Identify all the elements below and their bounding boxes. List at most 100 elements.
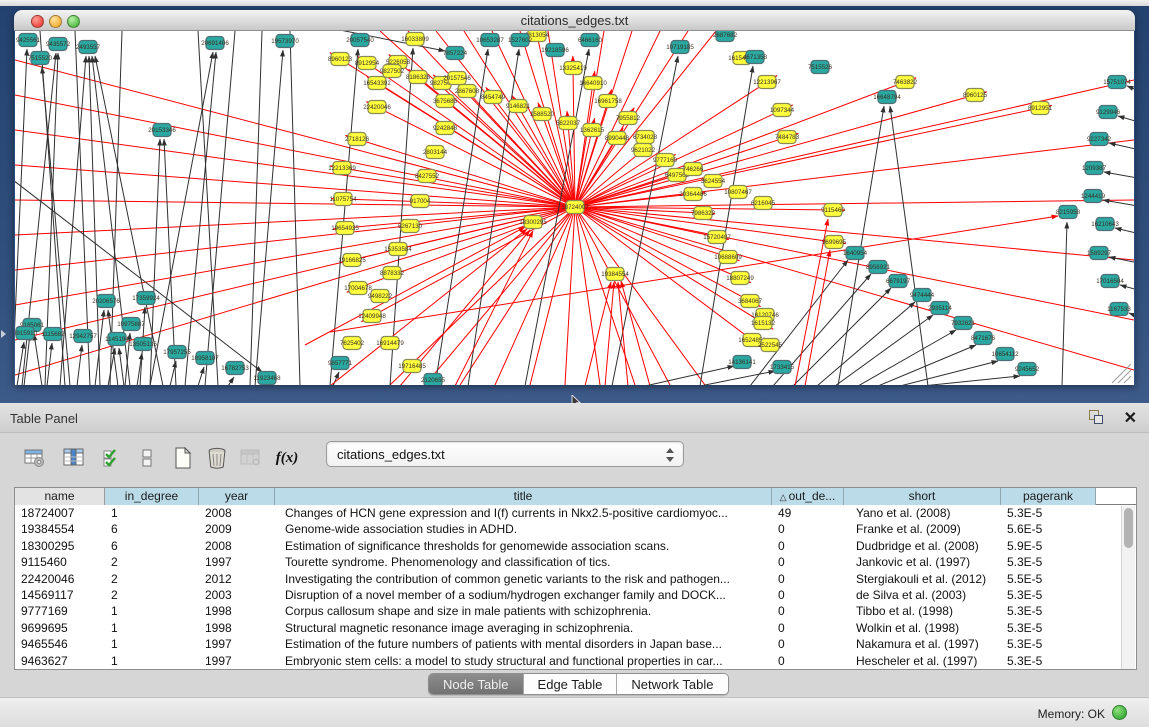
network-node[interactable]: 1167533 — [1107, 303, 1131, 316]
select-all-button[interactable] — [97, 443, 127, 473]
network-node[interactable]: 15353584 — [384, 243, 412, 256]
network-node[interactable]: 9115460 — [821, 204, 845, 217]
network-node[interactable]: 16961758 — [594, 95, 622, 108]
scrollbar-thumb[interactable] — [1124, 508, 1133, 548]
network-node[interactable]: 8990448 — [605, 132, 630, 145]
table-row[interactable]: 911546021997Tourette syndrome. Phenomeno… — [15, 554, 1136, 570]
vertical-scrollbar[interactable] — [1121, 506, 1135, 669]
network-node[interactable]: 9227342 — [1087, 133, 1112, 146]
network-node[interactable]: 20691406 — [201, 37, 229, 50]
column-header-short[interactable]: short — [844, 488, 1001, 505]
network-node[interactable]: 8471676 — [971, 332, 996, 345]
network-node[interactable]: 13325419 — [559, 62, 587, 75]
network-node[interactable]: 9777169 — [653, 154, 678, 167]
network-node[interactable]: 19384554 — [601, 268, 629, 281]
network-node[interactable]: 2867608 — [455, 85, 480, 98]
network-node[interactable]: 2493557 — [76, 41, 101, 54]
close-panel-icon[interactable]: ✕ — [1124, 408, 1137, 428]
citation-network-graph[interactable]: 1872400718300295193845549115460969969589… — [15, 31, 1134, 385]
network-node[interactable]: 17359924 — [132, 292, 160, 305]
network-node[interactable]: 10958107 — [191, 352, 219, 365]
tab-network-table[interactable]: Network Table — [617, 674, 727, 695]
network-node[interactable]: 16914479 — [376, 337, 404, 350]
network-node[interactable]: 1145194 — [105, 333, 129, 346]
deselect-all-button[interactable] — [132, 443, 162, 473]
column-header-year[interactable]: year — [199, 488, 275, 505]
network-node[interactable]: 1527602 — [508, 34, 533, 47]
network-node[interactable]: 7955812 — [616, 112, 641, 125]
network-node[interactable]: 6466160 — [578, 34, 603, 47]
network-node[interactable]: 12942757 — [69, 330, 97, 343]
network-node[interactable]: 2687682 — [713, 31, 738, 42]
network-node[interactable]: 10688609 — [714, 251, 742, 264]
network-node[interactable]: 10653287 — [476, 34, 504, 47]
network-node[interactable]: 9474444 — [910, 289, 935, 302]
network-node[interactable]: 20364486 — [679, 188, 707, 201]
table-row[interactable]: 1456911722003Disruption of a novel membe… — [15, 587, 1136, 603]
network-node[interactable]: 7463822 — [893, 76, 918, 89]
network-node[interactable]: 11923468 — [253, 372, 281, 385]
network-node[interactable]: 1209387 — [1082, 162, 1107, 175]
function-builder-button[interactable]: f(x) — [272, 443, 302, 473]
column-header-out_de[interactable]: △out_de... — [772, 488, 844, 505]
network-node[interactable]: 16543392 — [363, 77, 391, 90]
network-node[interactable]: 7515520 — [28, 52, 53, 65]
tab-edge-table[interactable]: Edge Table — [524, 674, 618, 695]
network-node[interactable]: 1640954 — [843, 247, 868, 260]
network-node[interactable]: 19654935 — [331, 222, 359, 235]
network-node[interactable]: 17957255 — [163, 346, 191, 359]
network-node[interactable]: 4671358 — [743, 51, 768, 64]
column-header-name[interactable]: name — [15, 488, 105, 505]
network-node[interactable]: 17016504 — [1096, 275, 1124, 288]
network-node[interactable]: 12213369 — [328, 162, 356, 175]
network-node[interactable]: 7932621 — [951, 317, 976, 330]
table-settings-button[interactable] — [20, 443, 50, 473]
network-node[interactable]: 6734028 — [633, 131, 658, 144]
table-selector-dropdown[interactable]: citations_edges.txt — [326, 441, 684, 467]
network-node[interactable]: 11075754 — [329, 193, 357, 206]
network-node[interactable]: 1097344 — [770, 104, 795, 117]
network-node[interactable]: 3624554 — [701, 175, 726, 188]
network-node[interactable]: 6679197 — [886, 275, 911, 288]
table-row[interactable]: 1830029562008Estimation of significance … — [15, 538, 1136, 554]
network-node[interactable]: 8427552 — [415, 170, 440, 183]
network-node[interactable]: 9827502 — [380, 65, 405, 78]
network-node[interactable]: 1588520 — [530, 108, 555, 121]
network-node[interactable]: 1733415 — [770, 361, 795, 374]
network-node[interactable]: 19716485 — [398, 360, 426, 373]
network-node[interactable]: 8454749 — [481, 91, 506, 104]
network-node[interactable]: 1244419 — [1081, 190, 1106, 203]
network-node[interactable]: 7515526 — [808, 61, 833, 74]
network-node[interactable]: 7986322 — [691, 207, 716, 220]
network-node[interactable]: 746266 — [683, 163, 704, 176]
network-node[interactable]: 10654112 — [991, 348, 1019, 361]
network-node[interactable]: 8186328 — [406, 71, 431, 84]
network-node[interactable]: 9699695 — [822, 236, 847, 249]
network-node[interactable]: 20153346 — [148, 124, 176, 137]
network-node[interactable]: 3675685 — [433, 95, 458, 108]
table-row[interactable]: 969969511998Structural magnetic resonanc… — [15, 620, 1136, 636]
network-node[interactable]: 9242848 — [433, 122, 458, 135]
network-node[interactable]: 1589297 — [1087, 247, 1112, 260]
network-node[interactable]: 9435572 — [46, 38, 71, 51]
network-node[interactable]: 2522545 — [758, 339, 783, 352]
table-row[interactable]: 1938455462009Genome-wide association stu… — [15, 521, 1136, 537]
network-node[interactable]: 2935114 — [928, 302, 952, 315]
column-header-pagerank[interactable]: pagerank — [1001, 488, 1096, 505]
network-node[interactable]: 7484783 — [775, 131, 800, 144]
network-node[interactable]: 9621022 — [631, 144, 656, 157]
network-node[interactable]: 8912951 — [1028, 102, 1053, 115]
table-row[interactable]: 946362711997Embryonic stem cells: a mode… — [15, 653, 1136, 669]
network-node[interactable]: 8215958 — [1056, 206, 1081, 219]
network-node[interactable]: 7625402 — [340, 337, 365, 350]
network-node[interactable]: 5822037 — [556, 117, 581, 130]
network-node[interactable]: 19218596 — [541, 44, 569, 57]
column-header-in_degree[interactable]: in_degree — [105, 488, 199, 505]
delete-trash-button[interactable] — [202, 443, 232, 473]
memory-ok-indicator[interactable] — [1112, 705, 1127, 720]
table-row[interactable]: 946554611997Estimation of the future num… — [15, 636, 1136, 652]
network-node[interactable]: 8958921 — [866, 261, 891, 274]
network-node[interactable]: 10975887 — [117, 318, 145, 331]
network-node[interactable]: 2803144 — [423, 146, 448, 159]
network-node[interactable]: 15720407 — [703, 231, 731, 244]
